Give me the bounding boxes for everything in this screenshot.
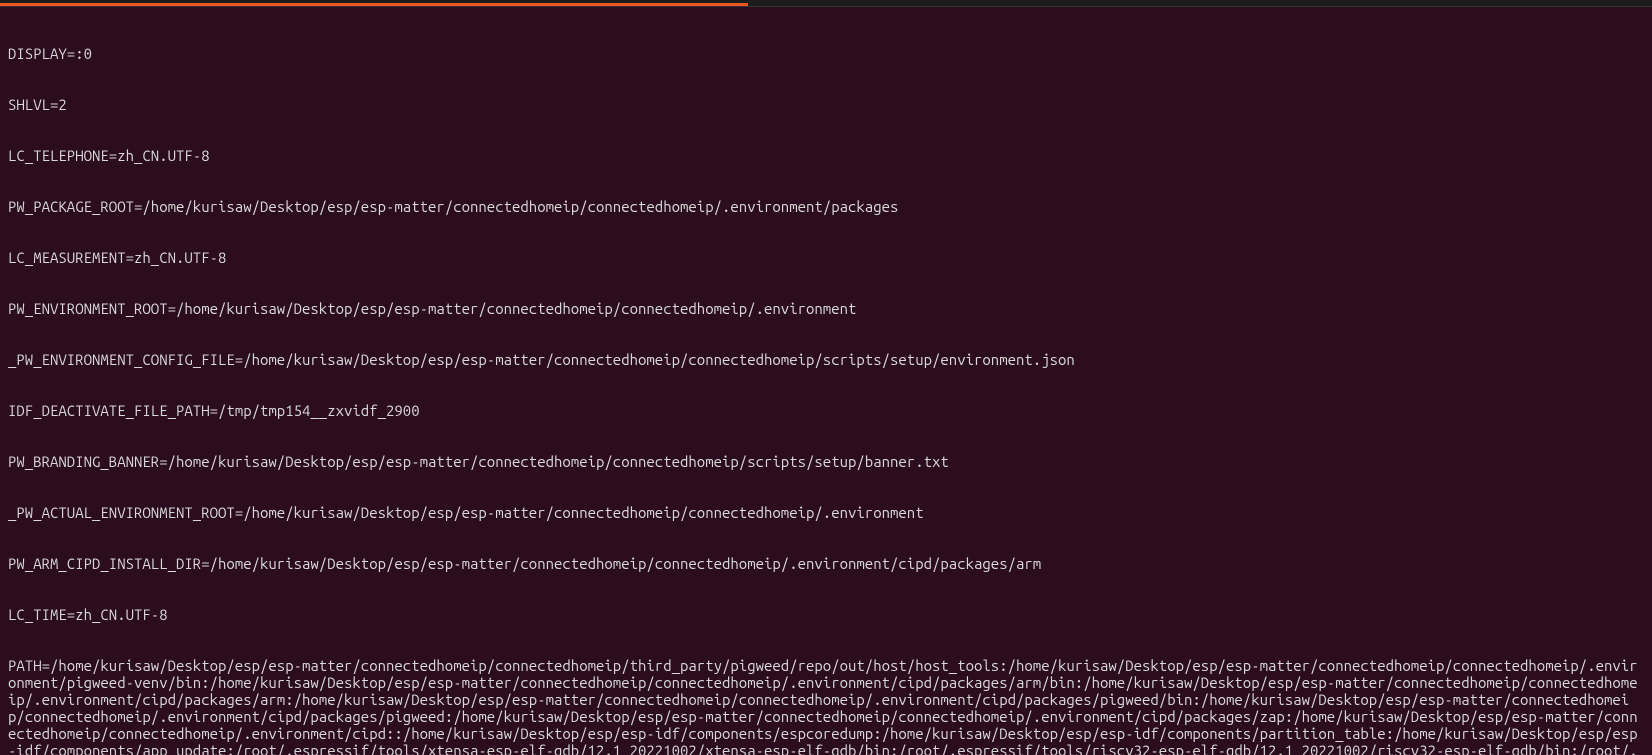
env-path-line: PATH=/home/kurisaw/Desktop/esp/esp-matte…	[8, 657, 1644, 755]
env-line: SHLVL=2	[8, 96, 1644, 113]
terminal-viewport[interactable]: DISPLAY=:0 SHLVL=2 LC_TELEPHONE=zh_CN.UT…	[0, 7, 1652, 755]
env-line: PW_BRANDING_BANNER=/home/kurisaw/Desktop…	[8, 453, 1644, 470]
env-line: LC_TIME=zh_CN.UTF-8	[8, 606, 1644, 623]
env-line: LC_TELEPHONE=zh_CN.UTF-8	[8, 147, 1644, 164]
window-tabbar	[0, 0, 1652, 7]
env-line: PW_PACKAGE_ROOT=/home/kurisaw/Desktop/es…	[8, 198, 1644, 215]
env-line: _PW_ENVIRONMENT_CONFIG_FILE=/home/kurisa…	[8, 351, 1644, 368]
env-line: PW_ENVIRONMENT_ROOT=/home/kurisaw/Deskto…	[8, 300, 1644, 317]
env-line: PW_ARM_CIPD_INSTALL_DIR=/home/kurisaw/De…	[8, 555, 1644, 572]
env-line: _PW_ACTUAL_ENVIRONMENT_ROOT=/home/kurisa…	[8, 504, 1644, 521]
env-line: DISPLAY=:0	[8, 45, 1644, 62]
env-line: IDF_DEACTIVATE_FILE_PATH=/tmp/tmp154__zx…	[8, 402, 1644, 419]
active-tab-indicator	[0, 3, 748, 6]
env-line: LC_MEASUREMENT=zh_CN.UTF-8	[8, 249, 1644, 266]
